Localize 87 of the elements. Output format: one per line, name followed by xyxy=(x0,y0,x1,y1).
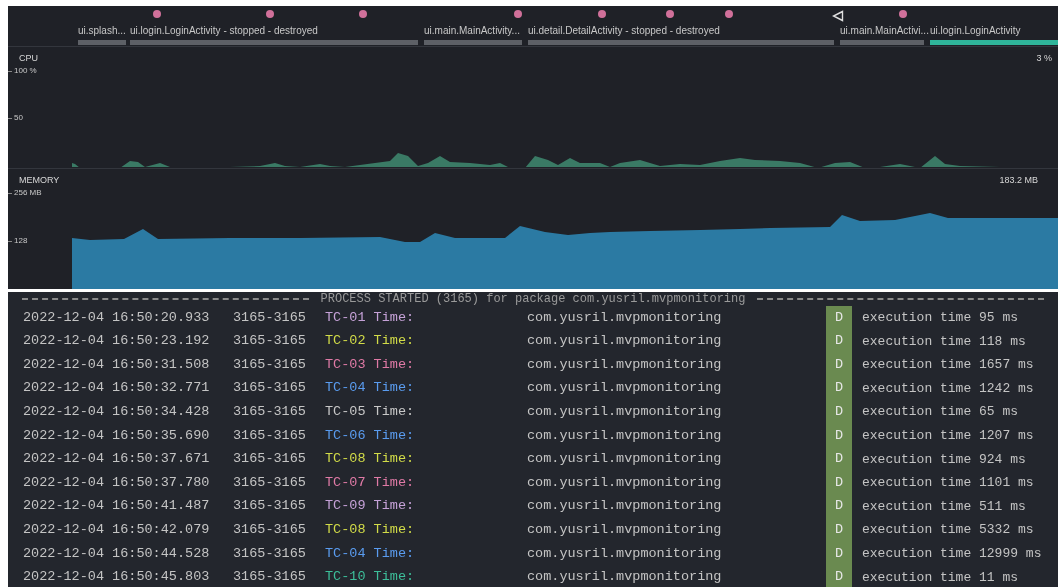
back-triangle-icon xyxy=(832,10,844,22)
log-level-badge: D xyxy=(826,376,852,401)
log-pid: 3165-3165 xyxy=(233,379,307,398)
log-timestamp: 2022-12-04 16:50:41.487 xyxy=(23,497,211,516)
log-tag: TC-07 Time: xyxy=(325,472,527,494)
log-level-badge: D xyxy=(826,306,852,330)
log-tag: TC-08 Time: xyxy=(325,449,527,470)
log-message: execution time 1657 ms xyxy=(862,356,1034,375)
log-package: com.yusril.mvpmonitoring xyxy=(527,497,723,516)
log-level-badge: D xyxy=(826,471,852,495)
activity-label: ui.splash... xyxy=(78,25,126,37)
log-pid: 3165-3165 xyxy=(233,544,307,563)
activity-label: ui.login.LoginActivity - stopped - destroyed xyxy=(130,25,319,37)
log-tag: TC-05 Time: xyxy=(325,402,527,423)
log-message: execution time 65 ms xyxy=(862,403,1019,422)
log-pid: 3165-3165 xyxy=(233,568,307,587)
log-tag: TC-03 Time: xyxy=(325,354,527,376)
log-package: com.yusril.mvpmonitoring xyxy=(527,426,723,445)
log-timestamp: 2022-12-04 16:50:31.508 xyxy=(23,355,211,374)
log-timestamp: 2022-12-04 16:50:35.690 xyxy=(23,426,211,445)
log-tag: TC-10 Time: xyxy=(325,567,527,587)
log-level-badge: D xyxy=(826,329,852,354)
log-tag: TC-06 Time: xyxy=(325,425,527,446)
log-timestamp: 2022-12-04 16:50:44.528 xyxy=(23,544,211,563)
log-message: execution time 95 ms xyxy=(862,309,1019,328)
log-pid: 3165-3165 xyxy=(233,332,307,351)
log-level-badge: D xyxy=(826,353,852,377)
log-tag: TC-09 Time: xyxy=(325,496,527,517)
log-timestamp: 2022-12-04 16:50:37.780 xyxy=(23,473,211,492)
log-message: execution time 1207 ms xyxy=(862,427,1034,445)
axis-label: 256 MB xyxy=(14,187,42,199)
axis-label: 50 xyxy=(14,112,23,124)
log-message: execution time 1242 ms xyxy=(862,379,1034,398)
log-pid: 3165-3165 xyxy=(233,426,307,445)
log-timestamp: 2022-12-04 16:50:23.192 xyxy=(23,332,211,351)
log-package: com.yusril.mvpmonitoring xyxy=(527,473,723,492)
log-timestamp: 2022-12-04 16:50:37.671 xyxy=(23,450,211,469)
chart-reading: 3 % xyxy=(1036,52,1052,65)
log-timestamp: 2022-12-04 16:50:20.933 xyxy=(23,308,211,327)
log-pid: 3165-3165 xyxy=(233,308,307,327)
log-package: com.yusril.mvpmonitoring xyxy=(527,308,723,327)
log-pid: 3165-3165 xyxy=(233,473,307,492)
log-message: execution time 924 ms xyxy=(862,450,1026,469)
chart-reading: 183.2 MB xyxy=(999,174,1038,187)
log-level-badge: D xyxy=(826,400,852,424)
log-level-badge: D xyxy=(826,541,852,566)
log-timestamp: 2022-12-04 16:50:45.803 xyxy=(23,568,211,587)
log-timestamp: 2022-12-04 16:50:32.771 xyxy=(23,379,211,398)
log-message: execution time 12999 ms xyxy=(862,545,1042,563)
log-pid: 3165-3165 xyxy=(233,497,307,516)
axis-label: 100 % xyxy=(14,65,37,77)
log-message: execution time 118 ms xyxy=(862,332,1026,351)
activity-label: ui.login.LoginActivity xyxy=(930,25,1022,37)
log-message: execution time 11 ms xyxy=(862,568,1019,587)
log-level-badge: D xyxy=(826,518,852,542)
log-package: com.yusril.mvpmonitoring xyxy=(527,403,723,422)
axis-label: 128 xyxy=(14,235,28,247)
log-package: com.yusril.mvpmonitoring xyxy=(527,544,723,563)
log-level-badge: D xyxy=(826,423,852,448)
log-pid: 3165-3165 xyxy=(233,450,307,469)
log-timestamp: 2022-12-04 16:50:42.079 xyxy=(23,521,211,539)
log-level-badge: D xyxy=(826,494,852,519)
log-tag: TC-04 Time: xyxy=(325,378,527,399)
log-package: com.yusril.mvpmonitoring xyxy=(527,332,723,351)
chart-title: CPU xyxy=(19,52,38,65)
log-message: execution time 511 ms xyxy=(862,497,1026,516)
log-pid: 3165-3165 xyxy=(233,403,307,422)
log-package: com.yusril.mvpmonitoring xyxy=(527,521,723,539)
log-pid: 3165-3165 xyxy=(233,355,307,374)
log-message: execution time 1101 ms xyxy=(862,474,1034,493)
log-tag: TC-02 Time: xyxy=(325,331,527,352)
chart-title: MEMORY xyxy=(19,174,60,187)
log-level-badge: D xyxy=(826,565,852,587)
log-package: com.yusril.mvpmonitoring xyxy=(527,450,723,469)
log-tag: TC-08 Time: xyxy=(325,520,527,541)
process-started-line: PROCESS STARTED (3165) for package com.yusril.mvpmonitoring xyxy=(320,292,746,306)
log-tag: TC-04 Time: xyxy=(325,543,527,564)
log-pid: 3165-3165 xyxy=(233,521,307,539)
log-timestamp: 2022-12-04 16:50:34.428 xyxy=(23,403,211,422)
log-package: com.yusril.mvpmonitoring xyxy=(527,355,723,374)
log-package: com.yusril.mvpmonitoring xyxy=(527,568,723,587)
log-tag: TC-01 Time: xyxy=(325,307,527,328)
log-level-badge: D xyxy=(826,447,852,472)
activity-label: ui.main.MainActivity... xyxy=(424,25,521,37)
log-message: execution time 5332 ms xyxy=(862,521,1034,540)
log-package: com.yusril.mvpmonitoring xyxy=(527,379,723,398)
activity-label: ui.detail.DetailActivity - stopped - destroyed xyxy=(528,25,721,37)
